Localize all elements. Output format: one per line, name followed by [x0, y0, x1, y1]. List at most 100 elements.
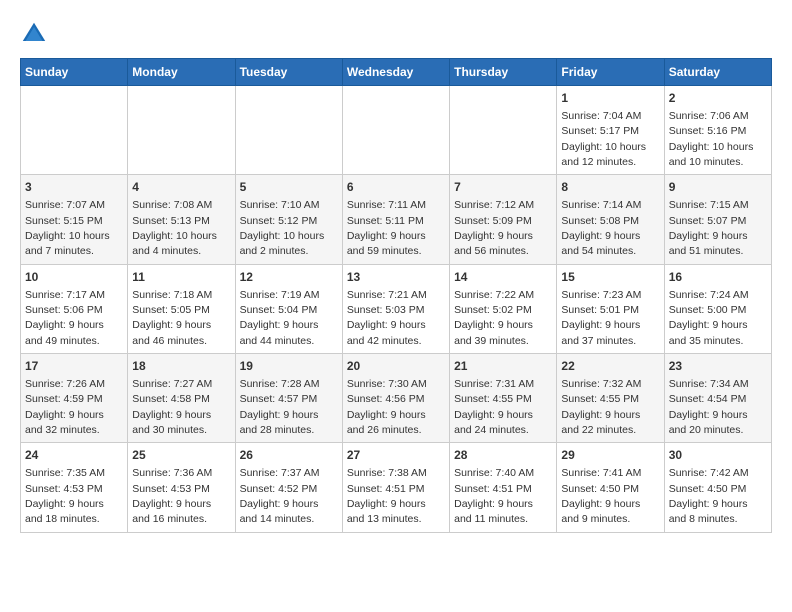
calendar-cell: 21 Sunrise: 7:31 AM Sunset: 4:55 PM Dayli… [450, 354, 557, 443]
day-info: Sunrise: 7:24 AM Sunset: 5:00 PM Dayligh… [669, 289, 749, 347]
calendar-cell [21, 86, 128, 175]
day-number: 5 [240, 179, 338, 196]
day-number: 30 [669, 447, 767, 464]
day-info: Sunrise: 7:10 AM Sunset: 5:12 PM Dayligh… [240, 199, 325, 257]
day-info: Sunrise: 7:11 AM Sunset: 5:11 PM Dayligh… [347, 199, 426, 257]
calendar-cell: 24 Sunrise: 7:35 AM Sunset: 4:53 PM Dayli… [21, 443, 128, 532]
day-info: Sunrise: 7:30 AM Sunset: 4:56 PM Dayligh… [347, 378, 427, 436]
day-info: Sunrise: 7:07 AM Sunset: 5:15 PM Dayligh… [25, 199, 110, 257]
day-number: 26 [240, 447, 338, 464]
calendar-week-4: 17 Sunrise: 7:26 AM Sunset: 4:59 PM Dayli… [21, 354, 772, 443]
calendar-cell: 30 Sunrise: 7:42 AM Sunset: 4:50 PM Dayli… [664, 443, 771, 532]
calendar-cell: 22 Sunrise: 7:32 AM Sunset: 4:55 PM Dayli… [557, 354, 664, 443]
calendar-cell [450, 86, 557, 175]
day-info: Sunrise: 7:31 AM Sunset: 4:55 PM Dayligh… [454, 378, 534, 436]
calendar-cell: 1 Sunrise: 7:04 AM Sunset: 5:17 PM Daylig… [557, 86, 664, 175]
calendar-cell: 13 Sunrise: 7:21 AM Sunset: 5:03 PM Dayli… [342, 264, 449, 353]
day-info: Sunrise: 7:18 AM Sunset: 5:05 PM Dayligh… [132, 289, 212, 347]
day-info: Sunrise: 7:08 AM Sunset: 5:13 PM Dayligh… [132, 199, 217, 257]
calendar-cell: 20 Sunrise: 7:30 AM Sunset: 4:56 PM Dayli… [342, 354, 449, 443]
calendar-cell: 16 Sunrise: 7:24 AM Sunset: 5:00 PM Dayli… [664, 264, 771, 353]
calendar-week-3: 10 Sunrise: 7:17 AM Sunset: 5:06 PM Dayli… [21, 264, 772, 353]
day-number: 4 [132, 179, 230, 196]
day-number: 21 [454, 358, 552, 375]
day-info: Sunrise: 7:32 AM Sunset: 4:55 PM Dayligh… [561, 378, 641, 436]
day-info: Sunrise: 7:34 AM Sunset: 4:54 PM Dayligh… [669, 378, 749, 436]
calendar-cell: 25 Sunrise: 7:36 AM Sunset: 4:53 PM Dayli… [128, 443, 235, 532]
day-number: 6 [347, 179, 445, 196]
day-number: 25 [132, 447, 230, 464]
calendar-cell: 29 Sunrise: 7:41 AM Sunset: 4:50 PM Dayli… [557, 443, 664, 532]
weekday-thursday: Thursday [450, 59, 557, 86]
logo-icon [20, 20, 48, 48]
weekday-header-row: SundayMondayTuesdayWednesdayThursdayFrid… [21, 59, 772, 86]
calendar-table: SundayMondayTuesdayWednesdayThursdayFrid… [20, 58, 772, 533]
calendar-cell: 4 Sunrise: 7:08 AM Sunset: 5:13 PM Daylig… [128, 175, 235, 264]
calendar-body: 1 Sunrise: 7:04 AM Sunset: 5:17 PM Daylig… [21, 86, 772, 533]
day-number: 2 [669, 90, 767, 107]
day-number: 14 [454, 269, 552, 286]
calendar-cell: 8Sunrise: 7:14 AM Sunset: 5:08 PM Daylig… [557, 175, 664, 264]
calendar-cell: 18 Sunrise: 7:27 AM Sunset: 4:58 PM Dayli… [128, 354, 235, 443]
day-number: 19 [240, 358, 338, 375]
day-number: 16 [669, 269, 767, 286]
calendar-cell: 14 Sunrise: 7:22 AM Sunset: 5:02 PM Dayli… [450, 264, 557, 353]
day-number: 9 [669, 179, 767, 196]
day-number: 7 [454, 179, 552, 196]
day-number: 22 [561, 358, 659, 375]
day-info: Sunrise: 7:36 AM Sunset: 4:53 PM Dayligh… [132, 467, 212, 525]
day-info: Sunrise: 7:27 AM Sunset: 4:58 PM Dayligh… [132, 378, 212, 436]
day-info: Sunrise: 7:28 AM Sunset: 4:57 PM Dayligh… [240, 378, 320, 436]
calendar-cell: 12 Sunrise: 7:19 AM Sunset: 5:04 PM Dayli… [235, 264, 342, 353]
day-info: Sunrise: 7:06 AM Sunset: 5:16 PM Dayligh… [669, 110, 754, 168]
calendar-cell: 19 Sunrise: 7:28 AM Sunset: 4:57 PM Dayli… [235, 354, 342, 443]
calendar-cell: 27 Sunrise: 7:38 AM Sunset: 4:51 PM Dayli… [342, 443, 449, 532]
day-info: Sunrise: 7:22 AM Sunset: 5:02 PM Dayligh… [454, 289, 534, 347]
day-info: Sunrise: 7:38 AM Sunset: 4:51 PM Dayligh… [347, 467, 427, 525]
day-number: 17 [25, 358, 123, 375]
day-number: 1 [561, 90, 659, 107]
page-header [20, 20, 772, 48]
day-info: Sunrise: 7:35 AM Sunset: 4:53 PM Dayligh… [25, 467, 105, 525]
day-info: Sunrise: 7:37 AM Sunset: 4:52 PM Dayligh… [240, 467, 320, 525]
day-number: 27 [347, 447, 445, 464]
day-number: 24 [25, 447, 123, 464]
day-number: 20 [347, 358, 445, 375]
day-info: Sunrise: 7:21 AM Sunset: 5:03 PM Dayligh… [347, 289, 427, 347]
calendar-cell: 15 Sunrise: 7:23 AM Sunset: 5:01 PM Dayli… [557, 264, 664, 353]
day-info: Sunrise: 7:17 AM Sunset: 5:06 PM Dayligh… [25, 289, 105, 347]
calendar-cell: 26 Sunrise: 7:37 AM Sunset: 4:52 PM Dayli… [235, 443, 342, 532]
day-number: 29 [561, 447, 659, 464]
day-info: Sunrise: 7:26 AM Sunset: 4:59 PM Dayligh… [25, 378, 105, 436]
weekday-saturday: Saturday [664, 59, 771, 86]
day-info: Sunrise: 7:42 AM Sunset: 4:50 PM Dayligh… [669, 467, 749, 525]
weekday-friday: Friday [557, 59, 664, 86]
calendar-header: SundayMondayTuesdayWednesdayThursdayFrid… [21, 59, 772, 86]
calendar-cell: 28Sunrise: 7:40 AM Sunset: 4:51 PM Dayli… [450, 443, 557, 532]
day-number: 13 [347, 269, 445, 286]
logo [20, 20, 52, 48]
weekday-tuesday: Tuesday [235, 59, 342, 86]
calendar-cell [235, 86, 342, 175]
day-info: Sunrise: 7:23 AM Sunset: 5:01 PM Dayligh… [561, 289, 641, 347]
day-info: Sunrise: 7:19 AM Sunset: 5:04 PM Dayligh… [240, 289, 320, 347]
weekday-wednesday: Wednesday [342, 59, 449, 86]
day-info: Sunrise: 7:12 AM Sunset: 5:09 PM Dayligh… [454, 199, 534, 257]
day-number: 12 [240, 269, 338, 286]
calendar-cell [128, 86, 235, 175]
day-info: Sunrise: 7:40 AM Sunset: 4:51 PM Dayligh… [454, 467, 534, 525]
day-number: 23 [669, 358, 767, 375]
day-info: Sunrise: 7:04 AM Sunset: 5:17 PM Dayligh… [561, 110, 646, 168]
day-number: 18 [132, 358, 230, 375]
day-info: Sunrise: 7:41 AM Sunset: 4:50 PM Dayligh… [561, 467, 641, 525]
calendar-week-2: 3 Sunrise: 7:07 AM Sunset: 5:15 PM Daylig… [21, 175, 772, 264]
calendar-cell: 7 Sunrise: 7:12 AM Sunset: 5:09 PM Daylig… [450, 175, 557, 264]
day-number: 10 [25, 269, 123, 286]
calendar-cell: 23 Sunrise: 7:34 AM Sunset: 4:54 PM Dayli… [664, 354, 771, 443]
day-info: Sunrise: 7:14 AM Sunset: 5:08 PM Dayligh… [561, 199, 641, 257]
day-number: 3 [25, 179, 123, 196]
calendar-cell: 9Sunrise: 7:15 AM Sunset: 5:07 PM Daylig… [664, 175, 771, 264]
calendar-week-5: 24 Sunrise: 7:35 AM Sunset: 4:53 PM Dayli… [21, 443, 772, 532]
day-number: 15 [561, 269, 659, 286]
calendar-week-1: 1 Sunrise: 7:04 AM Sunset: 5:17 PM Daylig… [21, 86, 772, 175]
